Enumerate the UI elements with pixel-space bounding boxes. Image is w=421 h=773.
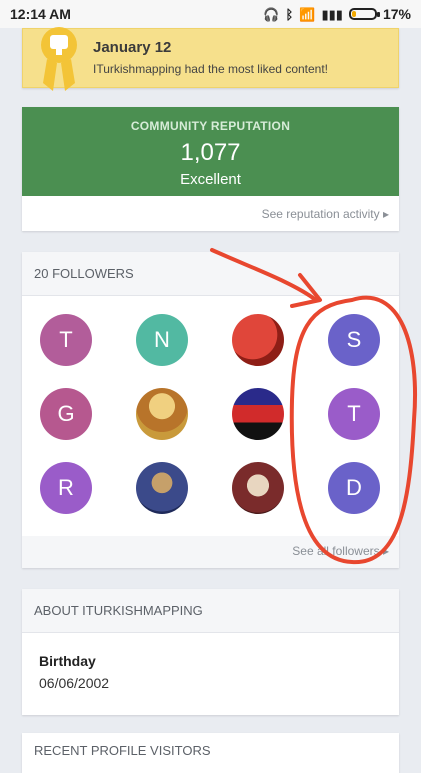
- annotation-circle: [289, 295, 417, 565]
- annotation-arrow-head: [290, 273, 322, 308]
- annotation-overlay: [210, 248, 417, 565]
